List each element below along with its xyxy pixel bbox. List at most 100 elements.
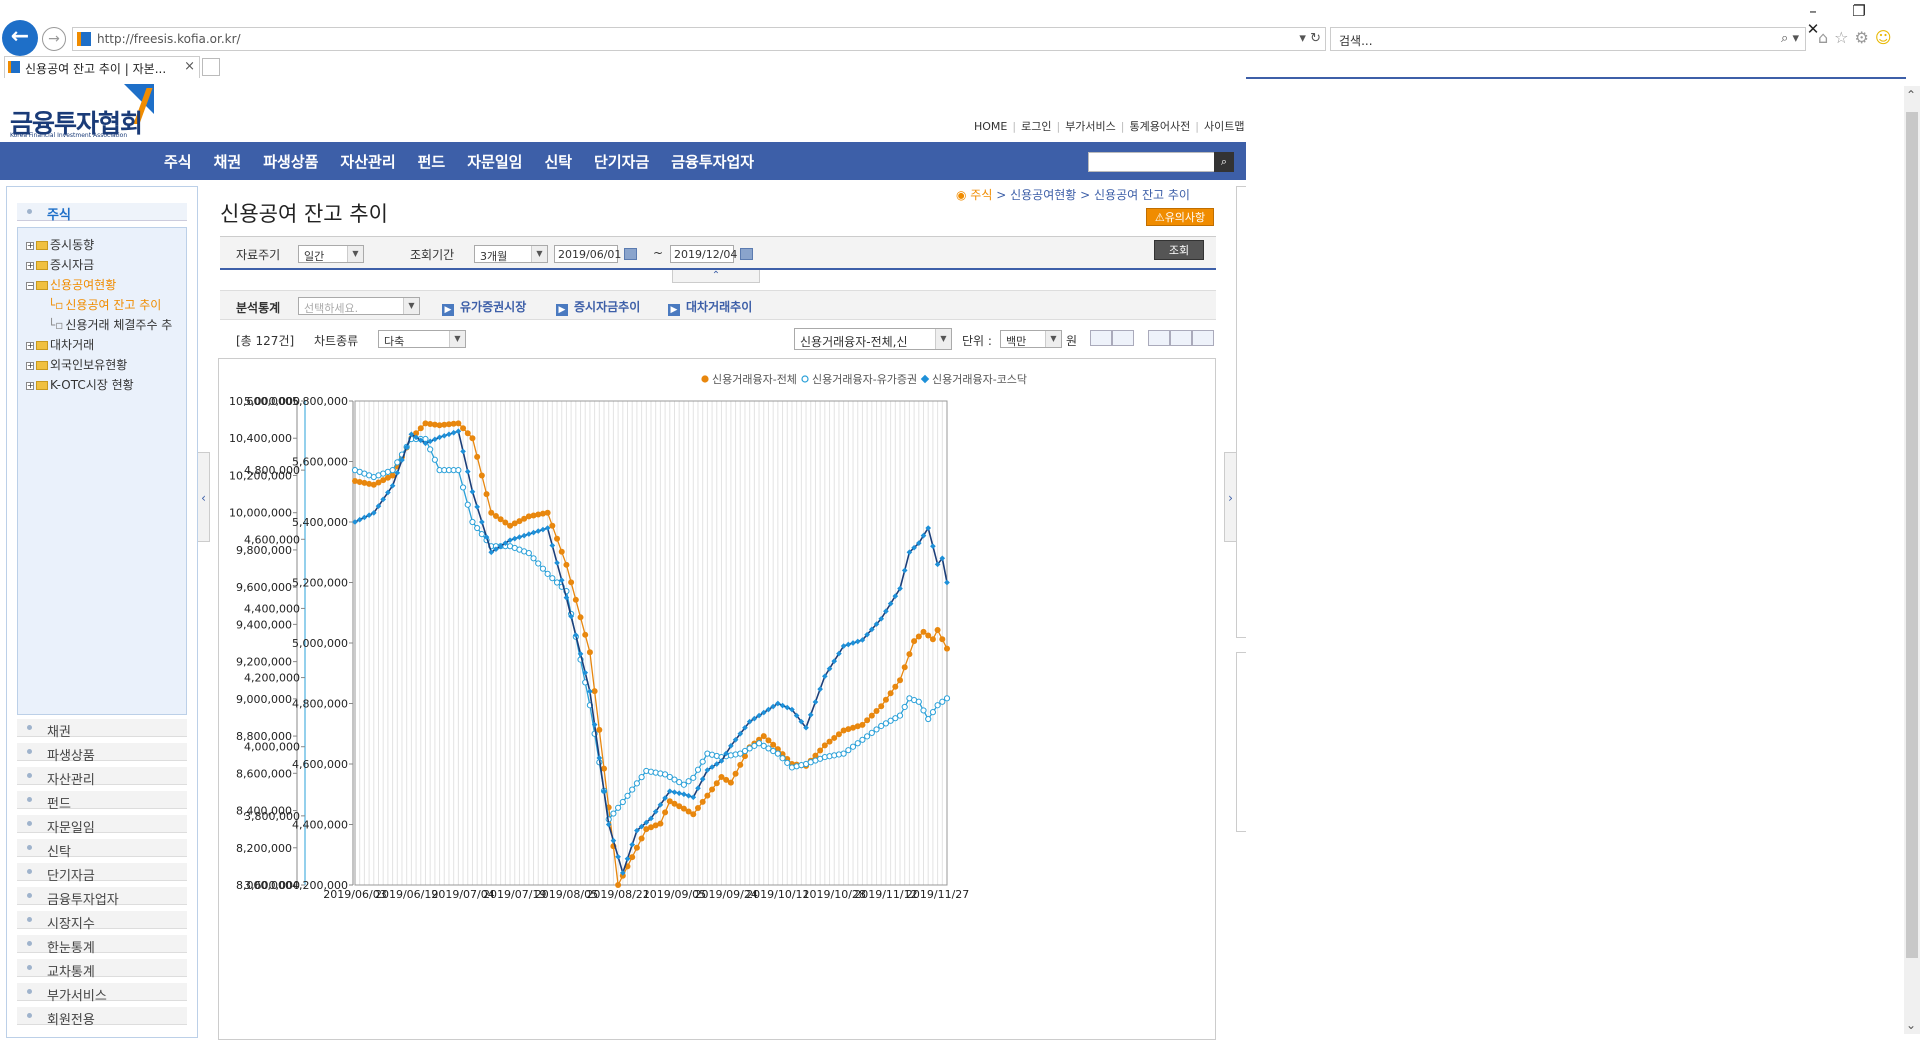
lnb-category[interactable]: 회원전용 (17, 1007, 187, 1028)
address-bar[interactable]: http://freesis.kofia.or.kr/ ▾ ↻ (72, 27, 1326, 51)
new-tab-button[interactable] (202, 58, 220, 76)
lnb-category[interactable]: 자산관리 (17, 767, 187, 788)
expand-icon[interactable]: + (26, 362, 34, 370)
period-select[interactable]: 일간 ▼ (298, 245, 364, 263)
back-button[interactable]: ← (2, 20, 38, 56)
gear-icon[interactable]: ⚙ (1855, 28, 1875, 47)
restore-icon[interactable]: ❐ (1836, 2, 1882, 20)
star-icon[interactable]: ☆ (1834, 28, 1854, 47)
expand-icon[interactable]: + (26, 262, 34, 270)
tree-item-market-trend[interactable]: + 증시동향 (26, 236, 94, 253)
x-tick-label: 2019/10/11 (746, 888, 809, 901)
analysis-select[interactable]: 선택하세요. ▼ (298, 297, 420, 315)
expand-icon[interactable]: + (26, 342, 34, 350)
gnb-item[interactable]: 펀드 (418, 151, 446, 172)
tree-item-kotc[interactable]: + K-OTC시장 현황 (26, 376, 134, 393)
lnb-category[interactable]: 단기자금 (17, 863, 187, 884)
browser-search-input[interactable]: 검색... ⌕ ▾ (1330, 27, 1806, 51)
bar-chart-icon[interactable] (1090, 330, 1112, 346)
refresh-icon[interactable]: ▾ ↻ (1299, 31, 1321, 46)
series-point (638, 774, 645, 781)
lnb-toggle-button[interactable]: ‹ (198, 452, 210, 542)
date-from-input[interactable]: 2019/06/01 (554, 245, 621, 263)
search-icon[interactable]: ⌕ ▾ (1781, 31, 1799, 46)
chart-type-select[interactable]: 다축 ▼ (378, 330, 466, 348)
y-tick-label-y3: 5,200,000 (292, 577, 348, 590)
util-link-home[interactable]: HOME (974, 120, 1007, 133)
site-search-button[interactable]: ⌕ (1214, 152, 1234, 172)
tree-item-market-fund[interactable]: + 증시자금 (26, 256, 94, 273)
scroll-down-icon[interactable]: ⌄ (1906, 1018, 1916, 1032)
collapse-search-button[interactable]: ⌃ (672, 270, 760, 283)
tree-item-foreign[interactable]: + 외국인보유현황 (26, 356, 127, 373)
util-link-glossary[interactable]: 통계용어사전 (1130, 120, 1191, 133)
smile-icon[interactable]: ☺ (1875, 28, 1898, 47)
tree-item-credit-status[interactable]: − 신용공여현황 (26, 276, 116, 293)
link-lending[interactable]: ▶ 대차거래추이 (668, 298, 752, 316)
lnb-category[interactable]: 파생상품 (17, 743, 187, 764)
lnb-category[interactable]: 교차통계 (17, 959, 187, 980)
util-link-sitemap[interactable]: 사이트맵 (1204, 120, 1244, 133)
series-select[interactable]: 신용거래융자-전체,신 ▼ (794, 328, 952, 350)
legend-label: 신용거래융자-전체 (712, 373, 797, 386)
home-icon[interactable]: ⌂ (1818, 28, 1834, 47)
range-select[interactable]: 3개월 ▼ (474, 245, 548, 263)
chevron-down-icon: ▼ (403, 298, 419, 314)
lnb-category[interactable]: 신탁 (17, 839, 187, 860)
expand-icon[interactable]: + (26, 382, 34, 390)
lnb-category[interactable]: 시장지수 (17, 911, 187, 932)
series-point (864, 733, 871, 740)
layout-1-icon[interactable] (1148, 330, 1170, 346)
gnb-item[interactable]: 자문일임 (467, 151, 522, 172)
gnb-item[interactable]: 단기자금 (594, 151, 649, 172)
series-point (657, 820, 664, 827)
page-scrollbar[interactable]: ⌃ ⌄ (1904, 86, 1920, 1034)
calendar-icon[interactable] (624, 248, 637, 260)
layout-2-icon[interactable] (1170, 330, 1192, 346)
browser-tab[interactable]: 신용공여 잔고 추이 | 자본... × (4, 56, 200, 78)
lnb-category[interactable]: 자문일임 (17, 815, 187, 836)
lnb-category[interactable]: 부가서비스 (17, 983, 187, 1004)
date-to-input[interactable]: 2019/12/04 (670, 245, 737, 263)
scroll-up-icon[interactable]: ⌃ (1906, 88, 1916, 102)
expand-icon[interactable]: + (26, 242, 34, 250)
unit-select[interactable]: 백만 ▼ (1000, 330, 1062, 348)
notice-button[interactable]: ⚠유의사항 (1146, 208, 1214, 226)
tree-item-lending[interactable]: + 대차거래 (26, 336, 94, 353)
lnb-main-title[interactable]: 주식 (17, 203, 187, 223)
right-panel-toggle-button[interactable]: › (1224, 452, 1236, 542)
lnb-category[interactable]: 한눈통계 (17, 935, 187, 956)
series-point (690, 794, 697, 801)
collapse-icon[interactable]: − (26, 282, 34, 290)
gnb-item[interactable]: 신탁 (544, 151, 572, 172)
lnb-category[interactable]: 채권 (17, 719, 187, 740)
lnb-category[interactable]: 펀드 (17, 791, 187, 812)
gnb-item[interactable]: 채권 (214, 151, 242, 172)
line-chart-icon[interactable] (1112, 330, 1134, 346)
gnb-item[interactable]: 주식 (164, 151, 192, 172)
forward-button[interactable]: → (42, 27, 66, 51)
series-point (840, 750, 847, 757)
scroll-thumb[interactable] (1906, 112, 1918, 958)
util-link-extra[interactable]: 부가서비스 (1065, 120, 1116, 133)
site-logo[interactable]: 금융투자협회 Korea Financial Investment Associ… (10, 84, 160, 140)
gnb-item[interactable]: 금융투자업자 (671, 151, 754, 172)
util-link-login[interactable]: 로그인 (1021, 120, 1051, 133)
site-search-input[interactable] (1088, 152, 1220, 172)
tree-sub-credit-balance[interactable]: └▫ 신용공여 잔고 추이 (48, 296, 161, 313)
link-kospi[interactable]: ▶ 유가증권시장 (442, 298, 526, 316)
layout-3-icon[interactable] (1192, 330, 1214, 346)
series-point (619, 798, 626, 806)
tree-sub-credit-trade[interactable]: └▫ 신용거래 체결주수 추 (48, 316, 172, 333)
address-url[interactable]: http://freesis.kofia.or.kr/ (97, 32, 241, 46)
query-button[interactable]: 조회 (1154, 240, 1204, 260)
minimize-icon[interactable]: – (1790, 2, 1836, 20)
series-point (591, 688, 598, 695)
gnb-item[interactable]: 파생상품 (263, 151, 318, 172)
tab-close-icon[interactable]: × (184, 59, 195, 74)
link-market-fund[interactable]: ▶ 증시자금추이 (556, 298, 640, 316)
breadcrumb-home[interactable]: ◉ 주식 (956, 188, 992, 202)
gnb-item[interactable]: 자산관리 (340, 151, 395, 172)
calendar-icon[interactable] (740, 248, 753, 260)
lnb-category[interactable]: 금융투자업자 (17, 887, 187, 908)
